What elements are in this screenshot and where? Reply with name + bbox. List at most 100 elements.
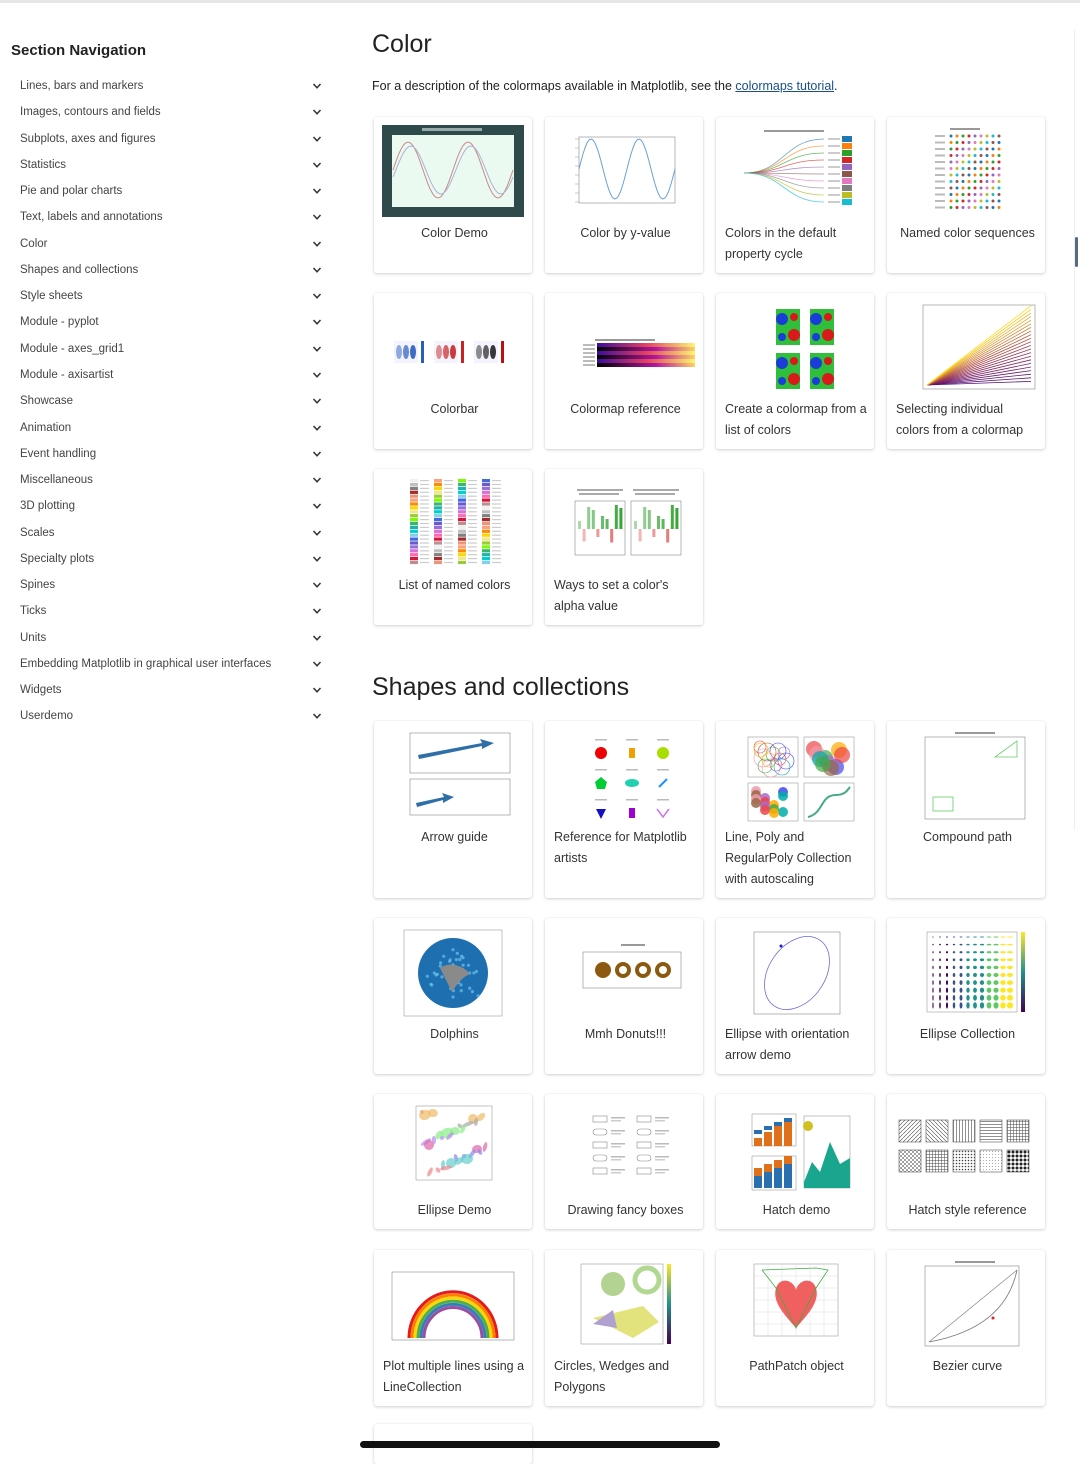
color-demo-card[interactable]: Color Demo	[374, 117, 532, 273]
sidebar-item-label: Statistics	[20, 158, 67, 171]
chevron-down-icon[interactable]	[312, 107, 322, 117]
sidebar-item-units[interactable]: Units	[20, 627, 322, 649]
sidebar-item-label: Showcase	[20, 395, 74, 408]
chevron-down-icon[interactable]	[312, 659, 322, 669]
chevron-down-icon[interactable]	[312, 475, 322, 485]
property-cycle-card[interactable]: Colors in the default property cycle	[716, 117, 874, 273]
sidebar-item-statistics[interactable]: Statistics	[20, 154, 322, 176]
named-colors-card[interactable]: List of named colors	[374, 469, 532, 625]
chevron-down-icon[interactable]	[312, 528, 322, 538]
card-caption: Colors in the default property cycle	[725, 226, 837, 261]
hatch-demo-card[interactable]: Hatch demo	[716, 1094, 874, 1229]
sidebar-item-label: Color	[20, 237, 48, 250]
donuts-card[interactable]: Mmh Donuts!!!	[545, 918, 703, 1074]
sidebar-item-shapes-and-collections[interactable]: Shapes and collections	[20, 259, 322, 281]
arrow-guide-card[interactable]: Arrow guide	[374, 721, 532, 898]
collections-card[interactable]: Line, Poly and RegularPoly Collection wi…	[716, 721, 874, 898]
individual-colors-card[interactable]: Selecting individual colors from a color…	[887, 293, 1045, 449]
arrow-guide-thumbnail	[382, 729, 524, 827]
line-collection-card[interactable]: Plot multiple lines using a LineCollecti…	[374, 1250, 532, 1406]
sidebar-item-lines-bars-and-markers[interactable]: Lines, bars and markers	[20, 75, 322, 97]
sidebar-item-label: Subplots, axes and figures	[20, 132, 156, 145]
chevron-down-icon[interactable]	[312, 160, 322, 170]
chevron-down-icon[interactable]	[312, 239, 322, 249]
fancy-boxes-card[interactable]: Drawing fancy boxes	[545, 1094, 703, 1229]
chevron-down-icon[interactable]	[312, 449, 322, 459]
chevron-down-icon[interactable]	[312, 501, 322, 511]
sidebar-item-3d-plotting[interactable]: 3D plotting	[20, 495, 322, 517]
ellipse-demo-card[interactable]: Ellipse Demo	[374, 1094, 532, 1229]
color-by-y-value-card[interactable]: Color by y-value	[545, 117, 703, 273]
named-colors-thumbnail	[382, 477, 524, 575]
sidebar-item-module-axes-grid1[interactable]: Module - axes_grid1	[20, 338, 322, 360]
chevron-down-icon[interactable]	[312, 606, 322, 616]
chevron-down-icon[interactable]	[312, 396, 322, 406]
chevron-down-icon[interactable]	[312, 291, 322, 301]
sidebar-item-pie-and-polar-charts[interactable]: Pie and polar charts	[20, 180, 322, 202]
hatch-reference-card[interactable]: Hatch style reference	[887, 1094, 1045, 1229]
sidebar-item-module-pyplot[interactable]: Module - pyplot	[20, 311, 322, 333]
chevron-down-icon[interactable]	[312, 317, 322, 327]
scrollbar-track[interactable]	[1074, 30, 1075, 830]
alpha-value-card[interactable]: Ways to set a color's alpha value	[545, 469, 703, 625]
chevron-down-icon[interactable]	[312, 711, 322, 721]
sidebar-item-label: Widgets	[20, 684, 62, 697]
chevron-down-icon[interactable]	[312, 81, 322, 91]
chevron-down-icon[interactable]	[312, 265, 322, 275]
ellipse-collection-card[interactable]: Ellipse Collection	[887, 918, 1045, 1074]
color-demo-thumbnail	[382, 125, 524, 223]
chevron-down-icon[interactable]	[312, 685, 322, 695]
sidebar-item-animation[interactable]: Animation	[20, 417, 322, 439]
ellipse-arrow-card[interactable]: Ellipse with orientation arrow demo	[716, 918, 874, 1074]
sidebar-item-widgets[interactable]: Widgets	[20, 679, 322, 701]
colormaps-tutorial-link[interactable]: colormaps tutorial	[735, 79, 834, 93]
colorbar-card[interactable]: Colorbar	[374, 293, 532, 449]
chevron-down-icon[interactable]	[312, 134, 322, 144]
dolphins-card[interactable]: Dolphins	[374, 918, 532, 1074]
sidebar-item-showcase[interactable]: Showcase	[20, 390, 322, 412]
circles-wedges-card[interactable]: Circles, Wedges and Polygons	[545, 1250, 703, 1406]
sidebar-item-label: Animation	[20, 421, 72, 434]
shapes-section-title: Shapes and collections	[372, 673, 630, 701]
chevron-down-icon[interactable]	[312, 186, 322, 196]
sidebar-item-module-axisartist[interactable]: Module - axisartist	[20, 364, 322, 386]
card-caption: Color by y-value	[580, 226, 671, 240]
sidebar-item-userdemo[interactable]: Userdemo	[20, 705, 322, 727]
sidebar-item-scales[interactable]: Scales	[20, 522, 322, 544]
chevron-down-icon[interactable]	[312, 633, 322, 643]
property-cycle-thumbnail	[724, 125, 866, 223]
sidebar-item-ticks[interactable]: Ticks	[20, 600, 322, 622]
sidebar-item-text-labels-and-annotations[interactable]: Text, labels and annotations	[20, 206, 322, 228]
sidebar-item-subplots-axes-and-figures[interactable]: Subplots, axes and figures	[20, 128, 322, 150]
chevron-down-icon[interactable]	[312, 580, 322, 590]
sidebar-item-style-sheets[interactable]: Style sheets	[20, 285, 322, 307]
card-caption: Colormap reference	[570, 402, 681, 416]
sidebar-item-event-handling[interactable]: Event handling	[20, 443, 322, 465]
named-sequences-card[interactable]: Named color sequences	[887, 117, 1045, 273]
sidebar-item-specialty-plots[interactable]: Specialty plots	[20, 548, 322, 570]
sidebar-item-spines[interactable]: Spines	[20, 574, 322, 596]
compound-path-card[interactable]: Compound path	[887, 721, 1045, 898]
sidebar-item-miscellaneous[interactable]: Miscellaneous	[20, 469, 322, 491]
sidebar-item-label: Module - axisartist	[20, 368, 114, 381]
sidebar-item-color[interactable]: Color	[20, 233, 322, 255]
sidebar-item-label: Style sheets	[20, 290, 83, 303]
chevron-down-icon[interactable]	[312, 344, 322, 354]
ellipse-demo-thumbnail	[382, 1102, 524, 1200]
colormap-from-list-card[interactable]: Create a colormap from a list of colors	[716, 293, 874, 449]
sidebar-item-images-contours-and-fields[interactable]: Images, contours and fields	[20, 101, 322, 123]
sidebar-item-label: Userdemo	[20, 710, 74, 723]
card-caption: Drawing fancy boxes	[567, 1203, 684, 1217]
sidebar-item-label: Module - pyplot	[20, 316, 99, 329]
bezier-curve-card[interactable]: Bezier curve	[887, 1250, 1045, 1406]
scrollbar-thumb[interactable]	[1075, 237, 1078, 267]
colormap-reference-card[interactable]: Colormap reference	[545, 293, 703, 449]
pathpatch-card[interactable]: PathPatch object	[716, 1250, 874, 1406]
chevron-down-icon[interactable]	[312, 554, 322, 564]
chevron-down-icon[interactable]	[312, 370, 322, 380]
chevron-down-icon[interactable]	[312, 212, 322, 222]
sidebar-item-embedding-matplotlib-in-graphical-user-interfaces[interactable]: Embedding Matplotlib in graphical user i…	[20, 653, 322, 675]
card-caption: Ellipse with orientation arrow demo	[725, 1027, 850, 1062]
chevron-down-icon[interactable]	[312, 423, 322, 433]
artists-reference-card[interactable]: Reference for Matplotlib artists	[545, 721, 703, 898]
